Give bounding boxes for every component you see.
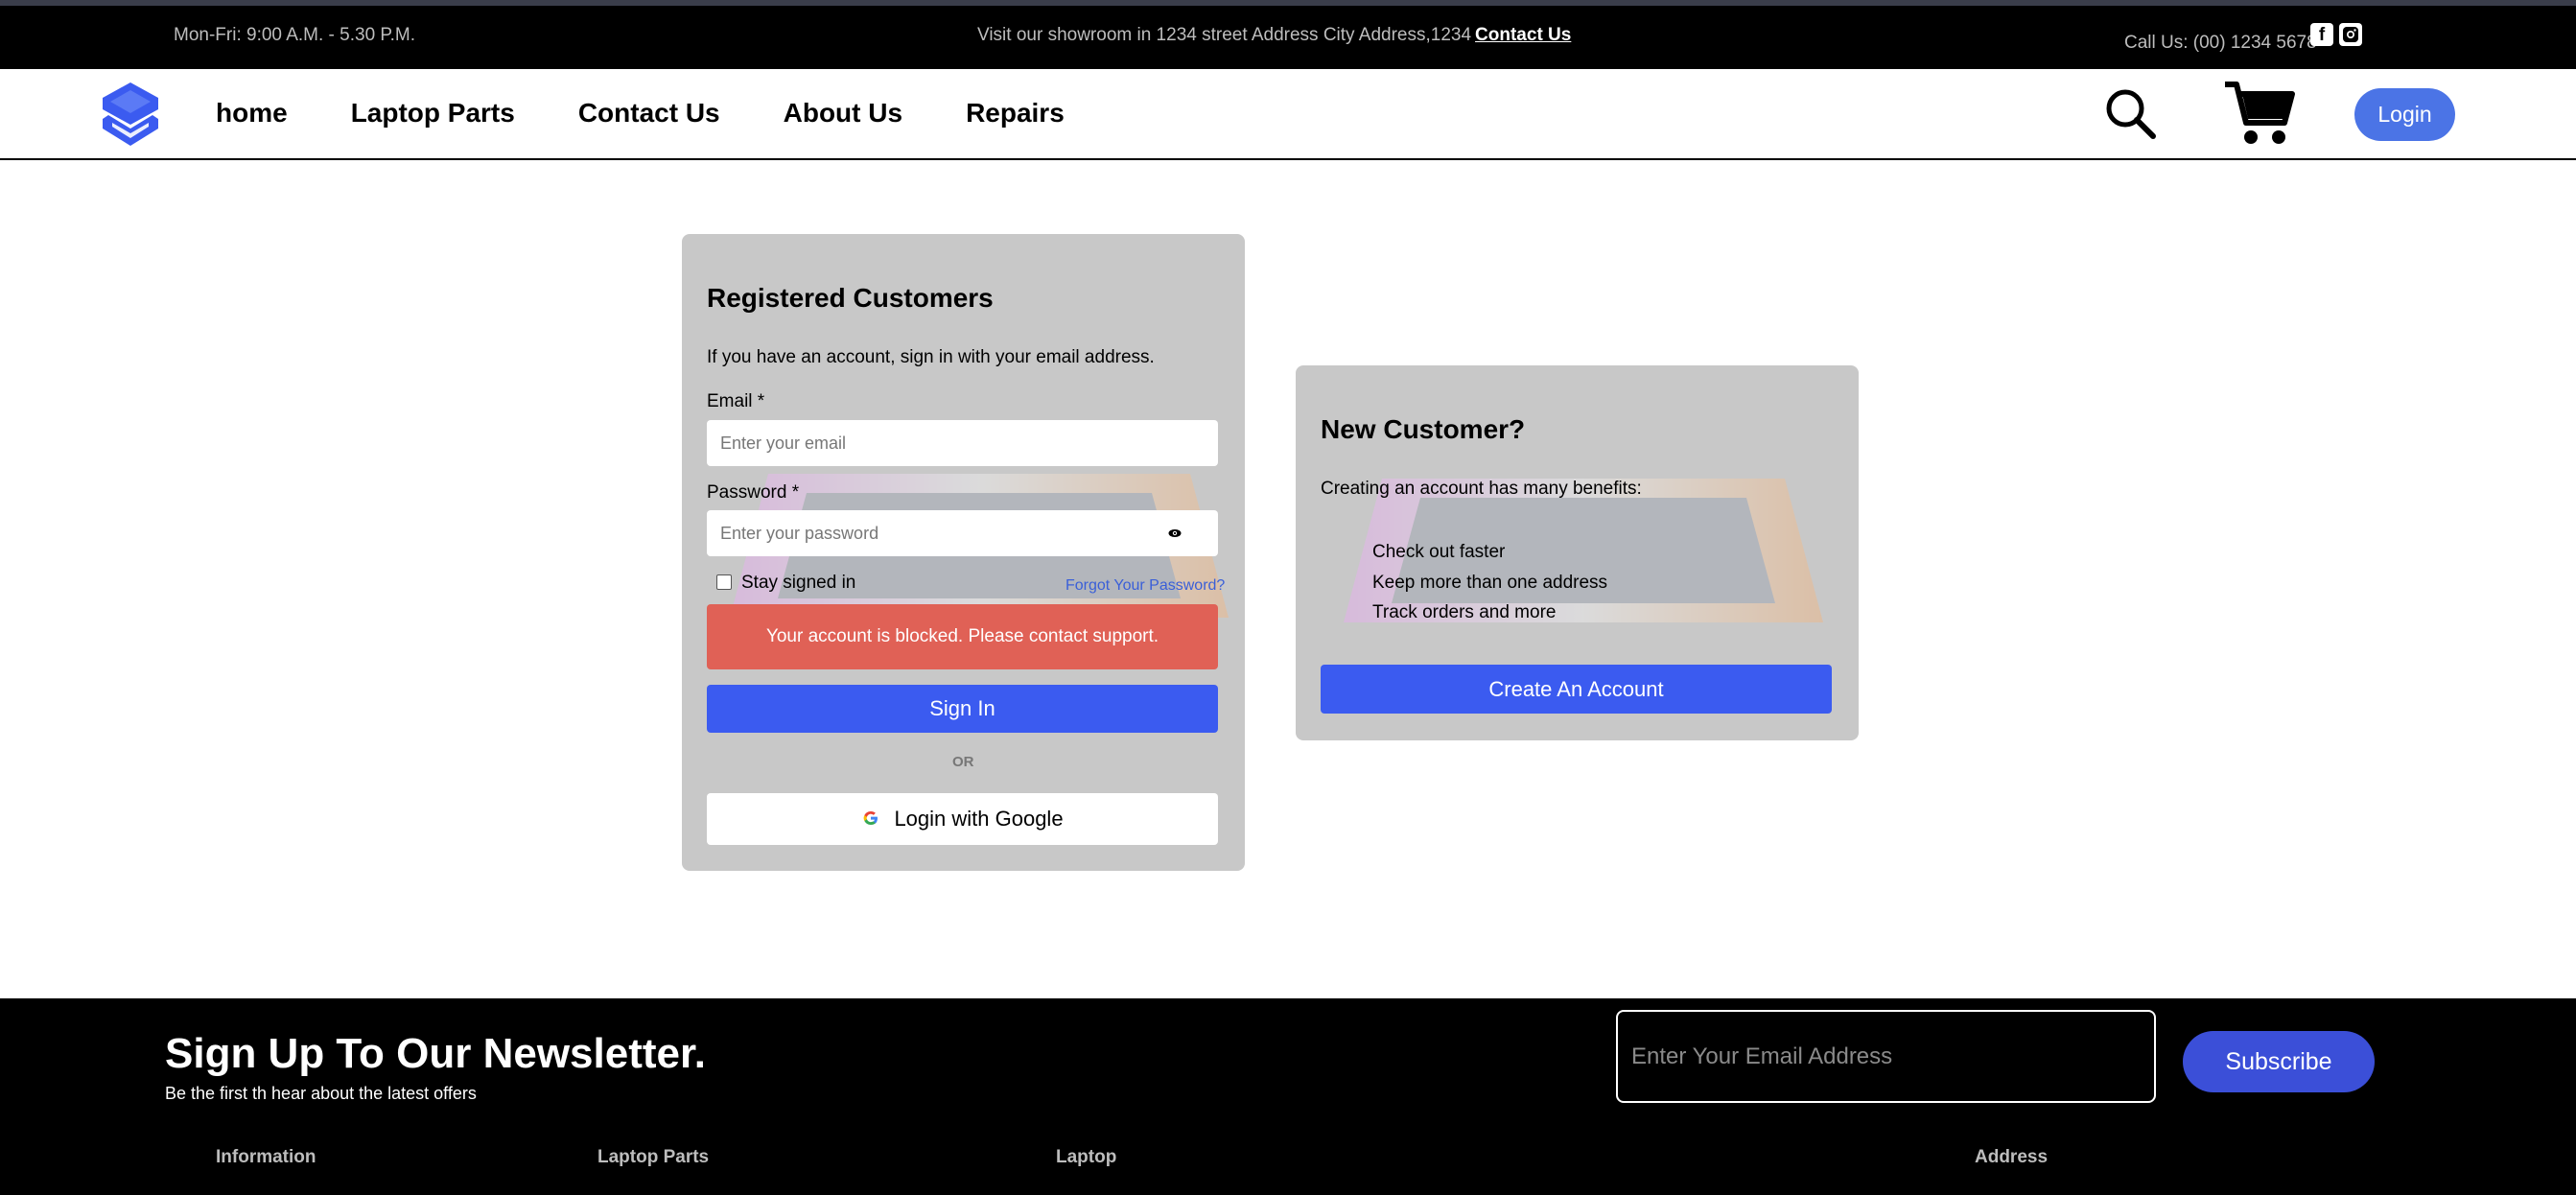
newsletter-email-input[interactable]: Enter Your Email Address <box>1616 1010 2156 1103</box>
subscribe-button[interactable]: Subscribe <box>2183 1031 2375 1092</box>
showroom-text: Visit our showroom in 1234 street Addres… <box>977 25 1472 45</box>
account-blocked-alert: Your account is blocked. Please contact … <box>707 604 1218 669</box>
new-customer-title: New Customer? <box>1321 414 1526 444</box>
show-password-eye-icon[interactable] <box>1168 527 1182 540</box>
password-input[interactable]: Enter your password <box>707 510 1218 556</box>
stay-signed-in-checkbox[interactable] <box>716 574 732 590</box>
login-button[interactable]: Login <box>2354 88 2455 141</box>
benefit-item: Track orders and more <box>1372 602 1557 622</box>
footer-col-laptop-parts: Laptop Parts <box>597 1147 710 1167</box>
nav-contact-us[interactable]: Contact Us <box>578 98 720 129</box>
nav-links: home Laptop Parts Contact Us About Us Re… <box>216 98 1065 129</box>
search-icon[interactable] <box>2102 85 2158 141</box>
nav-repairs[interactable]: Repairs <box>966 98 1065 129</box>
new-customer-card: New Customer? Creating an account has ma… <box>1296 365 1859 740</box>
password-label: Password * <box>707 482 800 503</box>
phone-number: Call Us: (00) 1234 5678 <box>2124 33 2317 53</box>
stay-signed-in-label: Stay signed in <box>741 573 856 593</box>
email-input[interactable]: Enter your email <box>707 420 1218 466</box>
login-card-title: Registered Customers <box>707 283 994 313</box>
create-account-button[interactable]: Create An Account <box>1321 665 1832 714</box>
new-customer-intro: Creating an account has many benefits: <box>1321 479 1642 499</box>
nav-laptop-parts[interactable]: Laptop Parts <box>351 98 515 129</box>
footer-col-laptop: Laptop <box>1056 1147 1117 1167</box>
footer-col-address: Address <box>1975 1147 2049 1167</box>
instagram-icon[interactable] <box>2339 23 2362 46</box>
footer: Sign Up To Our Newsletter. Be the first … <box>0 998 2576 1195</box>
newsletter-subtitle: Be the first th hear about the latest of… <box>165 1084 477 1103</box>
or-divider: OR <box>952 754 974 770</box>
top-info-bar: Mon-Fri: 9:00 A.M. - 5.30 P.M. Visit our… <box>0 6 2576 69</box>
benefit-item: Keep more than one address <box>1372 573 1608 593</box>
business-hours: Mon-Fri: 9:00 A.M. - 5.30 P.M. <box>174 25 416 45</box>
google-login-button[interactable]: Login with Google <box>707 793 1218 845</box>
benefit-item: Check out faster <box>1372 542 1506 562</box>
registered-customers-card: Registered Customers If you have an acco… <box>682 234 1245 871</box>
showroom-notice: Visit our showroom in 1234 street Addres… <box>977 25 1571 46</box>
password-placeholder: Enter your password <box>720 524 879 543</box>
google-icon <box>864 811 878 826</box>
forgot-password-link[interactable]: Forgot Your Password? <box>1066 577 1225 595</box>
sign-in-button[interactable]: Sign In <box>707 685 1218 733</box>
contact-us-link[interactable]: Contact Us <box>1475 25 1571 45</box>
footer-col-information: Information <box>216 1147 316 1167</box>
brand-logo-icon[interactable] <box>101 81 160 148</box>
login-intro: If you have an account, sign in with you… <box>707 347 1155 367</box>
cart-icon[interactable] <box>2223 79 2296 148</box>
nav-home[interactable]: home <box>216 98 288 129</box>
email-label: Email * <box>707 391 765 411</box>
google-login-label: Login with Google <box>894 807 1064 831</box>
social-links: f <box>2310 23 2362 46</box>
facebook-icon[interactable]: f <box>2310 23 2333 46</box>
newsletter-title: Sign Up To Our Newsletter. <box>165 1030 706 1077</box>
nav-about-us[interactable]: About Us <box>784 98 902 129</box>
main-navigation: home Laptop Parts Contact Us About Us Re… <box>0 69 2576 160</box>
